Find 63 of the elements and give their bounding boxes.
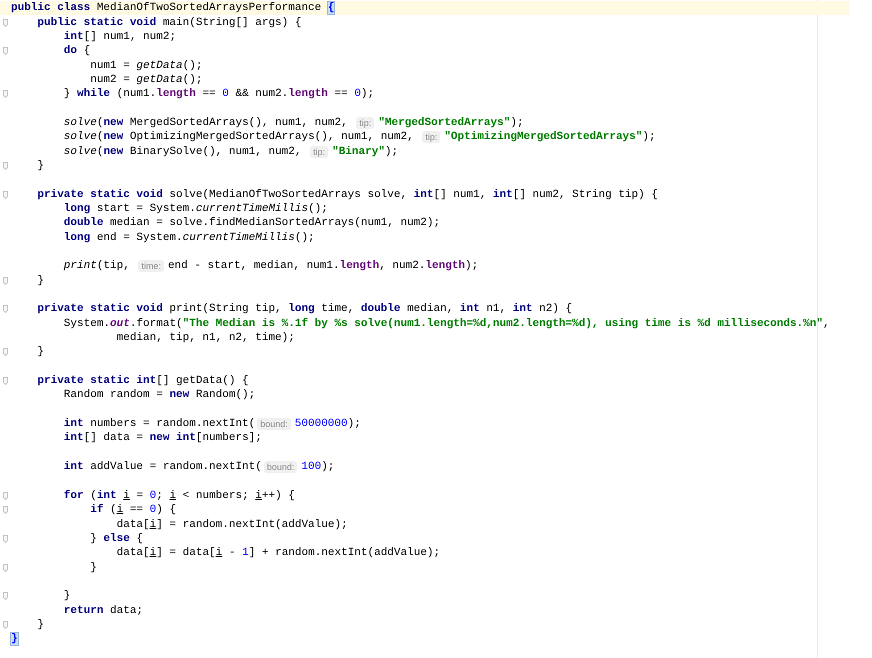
parameter-hint: bound: — [257, 418, 291, 430]
fold-marker-icon[interactable] — [3, 377, 8, 386]
code-text: } — [11, 632, 18, 646]
code-text: System.out.format("The Median is %.1f by %s solve(num1.length=%d,num2.length=%d), using time is %d milliseconds.%n", — [62, 316, 830, 331]
code-text: solve(new OptimizingMergedSortedArrays(), num1, num2, — [62, 130, 415, 144]
code-text: solve(new BinarySolve(), num1, num2, — [62, 144, 302, 159]
code-text: public static void main(String[] args) { — [36, 16, 302, 30]
code-text: "MergedSortedArrays"); — [378, 116, 524, 130]
parameter-hint: tip: — [422, 131, 440, 144]
fold-marker-icon[interactable] — [3, 592, 8, 600]
code-text: data[i] = random.nextInt(addValue); — [116, 518, 348, 532]
code-text: private static void print(String tip, long time, double median, int n1, int n2) { — [36, 302, 572, 316]
code-text: } — [89, 560, 97, 575]
fold-marker-icon[interactable] — [3, 620, 8, 629]
fold-marker-icon[interactable] — [3, 18, 8, 27]
code-text: median, tip, n1, n2, time); — [116, 331, 295, 346]
code-text: } while (num1.length == 0 && num2.length == 0); — [62, 87, 374, 102]
fold-marker-icon[interactable] — [3, 305, 8, 314]
code-text: } else { — [89, 532, 144, 546]
code-text: private static void solve(MedianOfTwoSortedArrays solve, int[] num1, int[] num2, String tip) { — [36, 188, 658, 202]
code-text: for (int i = 0; i < numbers; i++) { — [62, 488, 295, 503]
code-text: long start = System.currentTimeMillis(); — [62, 202, 328, 216]
fold-marker-icon[interactable] — [3, 162, 8, 170]
code-text: "Binary"); — [332, 144, 398, 159]
parameter-hint: bound: — [264, 461, 298, 474]
code-text: int addValue = random.nextInt( — [62, 460, 262, 474]
parameter-hint: tip: — [356, 116, 374, 129]
code-text: return data; — [62, 604, 144, 618]
fold-marker-icon[interactable] — [3, 492, 8, 500]
fold-marker-icon[interactable] — [3, 534, 8, 543]
fold-marker-icon[interactable] — [3, 190, 8, 199]
fold-marker-icon[interactable] — [3, 90, 8, 98]
code-text: } — [36, 345, 44, 360]
code-text: int[] num1, num2; — [62, 30, 176, 44]
code-text: long end = System.currentTimeMillis(); — [62, 230, 315, 245]
code-text: 100); — [301, 460, 334, 474]
code-text: if (i == 0) { — [89, 503, 176, 518]
code-text: 50000000); — [294, 417, 361, 432]
code-text: } — [36, 618, 44, 632]
code-text: } — [36, 274, 44, 288]
fold-marker-icon[interactable] — [3, 506, 8, 514]
code-text: } — [36, 158, 44, 173]
code-text: "OptimizingMergedSortedArrays"); — [444, 130, 656, 144]
code-text: num2 = getData(); — [89, 72, 202, 87]
fold-marker-icon[interactable] — [3, 348, 8, 356]
code-text: num1 = getData(); — [89, 58, 202, 73]
code-text: private static int[] getData() { — [36, 374, 249, 388]
fold-marker-icon[interactable] — [3, 47, 8, 56]
code-text: end - start, median, num1.length, num2.length); — [168, 259, 478, 274]
parameter-hint: tip: — [310, 146, 328, 158]
code-text: public class MedianOfTwoSortedArraysPerformance { — [11, 1, 334, 16]
fold-marker-icon[interactable] — [3, 276, 8, 285]
code-text: int numbers = random.nextInt( — [62, 417, 256, 432]
code-text: } — [62, 589, 70, 604]
code-text: do { — [62, 44, 90, 58]
code-text: int[] data = new int[numbers]; — [62, 431, 262, 446]
code-text: solve(new MergedSortedArrays(), num1, num2, — [62, 116, 349, 130]
code-text: print(tip, — [62, 259, 131, 274]
code-text: Random random = new Random(); — [62, 388, 256, 402]
fold-marker-icon[interactable] — [3, 564, 8, 572]
code-text: data[i] = data[i - 1] + random.nextInt(addValue); — [116, 546, 440, 560]
code-text: double median = solve.findMedianSortedArrays(num1, num2); — [62, 216, 440, 230]
parameter-hint: time: — [138, 260, 164, 272]
